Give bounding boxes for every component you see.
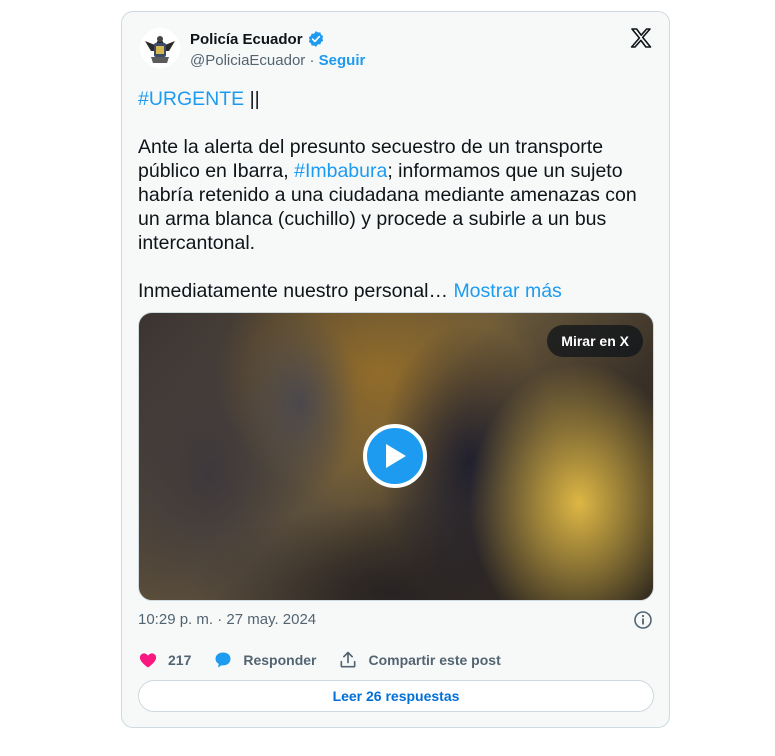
video-player[interactable]: Mirar en X: [138, 312, 654, 601]
x-logo-icon[interactable]: [629, 26, 653, 50]
like-button[interactable]: 217: [138, 650, 191, 670]
reply-bubble-icon: [213, 650, 233, 670]
text-para2: Inmediatamente nuestro personal…: [138, 280, 449, 302]
police-badge-icon[interactable]: [140, 28, 180, 68]
tweet-card: Policía Ecuador @PoliciaEcuador · Seguir…: [121, 11, 670, 728]
share-icon: [338, 650, 358, 670]
hashtag-imbabura[interactable]: #Imbabura: [294, 160, 387, 182]
separator-dot: ·: [305, 52, 319, 69]
author-name[interactable]: Policía Ecuador: [190, 31, 303, 48]
verified-badge-icon: [307, 30, 325, 48]
watch-on-x-button[interactable]: Mirar en X: [547, 325, 643, 357]
likes-count: 217: [168, 652, 192, 668]
reply-button[interactable]: Responder: [213, 650, 316, 670]
share-label: Compartir este post: [368, 652, 501, 668]
play-icon[interactable]: [363, 424, 427, 488]
read-replies-button[interactable]: Leer 26 respuestas: [138, 680, 654, 712]
text-after-hashtag: ||: [244, 88, 260, 110]
author-name-row: Policía Ecuador: [190, 30, 325, 48]
follow-button[interactable]: Seguir: [319, 52, 366, 69]
tweet-text: #URGENTE || Ante la alerta del presunto …: [138, 87, 658, 303]
hashtag-urgente[interactable]: #URGENTE: [138, 88, 244, 110]
share-button[interactable]: Compartir este post: [338, 650, 501, 670]
action-bar: 217 Responder Compartir este post: [138, 650, 523, 670]
show-more-link[interactable]: Mostrar más: [453, 280, 561, 302]
info-icon[interactable]: [633, 610, 653, 630]
handle-row: @PoliciaEcuador · Seguir: [190, 52, 365, 69]
author-handle[interactable]: @PoliciaEcuador: [190, 52, 305, 69]
heart-icon: [138, 650, 158, 670]
reply-label: Responder: [243, 652, 317, 668]
tweet-timestamp[interactable]: 10:29 p. m. · 27 may. 2024: [138, 611, 316, 628]
